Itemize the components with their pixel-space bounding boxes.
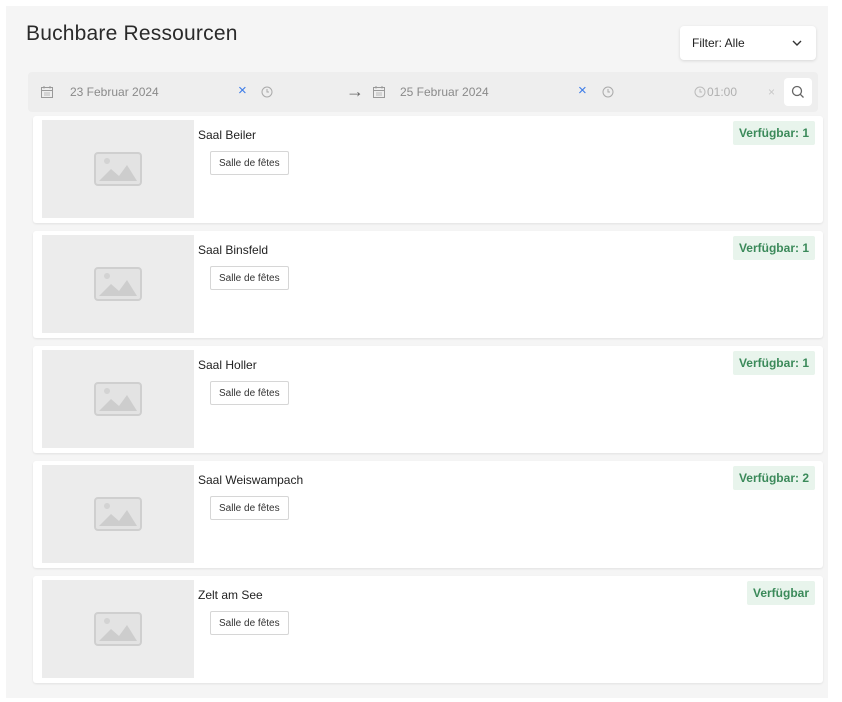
filter-label: Filter: Alle: [692, 36, 745, 50]
resource-card[interactable]: Saal Holler Salle de fêtes Verfügbar: 1: [33, 346, 823, 453]
image-placeholder-icon: [94, 497, 142, 531]
arrow-right-icon: →: [346, 81, 364, 101]
resources-panel: Buchbare Ressourcen Filter: Alle 23 Febr…: [6, 6, 828, 698]
availability-badge: Verfügbar: 1: [732, 351, 815, 375]
image-placeholder-icon: [94, 382, 142, 416]
category-tag: Salle de fêtes: [210, 151, 289, 175]
resource-name: Saal Beiler: [198, 128, 257, 142]
clock-icon: [694, 86, 706, 98]
clear-end-date-icon[interactable]: ×: [578, 82, 587, 99]
end-time-clock-icon[interactable]: [602, 86, 614, 98]
availability-badge: Verfügbar: 1: [732, 236, 815, 260]
duration-value: 01:00: [707, 85, 738, 99]
resource-card[interactable]: Saal Beiler Salle de fêtes Verfügbar: 1: [33, 116, 823, 223]
start-time-clock-icon[interactable]: [261, 86, 273, 98]
availability-badge: Verfügbar: 1: [732, 121, 815, 145]
clear-start-date-icon[interactable]: ×: [238, 82, 247, 99]
end-date-field[interactable]: 25 Februar 2024: [372, 85, 489, 99]
resource-thumbnail: [42, 465, 194, 563]
search-icon: [791, 85, 804, 98]
resource-card[interactable]: Zelt am See Salle de fêtes Verfügbar: [33, 576, 823, 683]
resource-name: Saal Holler: [198, 358, 257, 372]
image-placeholder-icon: [94, 152, 142, 186]
resource-card[interactable]: Saal Binsfeld Salle de fêtes Verfügbar: …: [33, 231, 823, 338]
search-button[interactable]: [784, 78, 812, 106]
calendar-icon: [41, 86, 53, 98]
resource-thumbnail: [42, 350, 194, 448]
availability-badge: Verfügbar: 2: [732, 466, 815, 490]
chevron-down-icon: [792, 40, 802, 46]
category-tag: Salle de fêtes: [210, 611, 289, 635]
end-date-value: 25 Februar 2024: [400, 85, 489, 99]
resource-thumbnail: [42, 580, 194, 678]
availability-badge: Verfügbar: [746, 581, 815, 605]
category-tag: Salle de fêtes: [210, 266, 289, 290]
resource-name: Zelt am See: [198, 588, 263, 602]
clear-duration-icon[interactable]: ×: [768, 85, 775, 99]
page-title: Buchbare Ressourcen: [26, 22, 238, 45]
duration-field[interactable]: 01:00: [694, 85, 737, 99]
resource-name: Saal Binsfeld: [198, 243, 269, 257]
image-placeholder-icon: [94, 612, 142, 646]
start-date-value: 23 Februar 2024: [70, 85, 159, 99]
calendar-icon: [373, 86, 385, 98]
start-date-field[interactable]: 23 Februar 2024: [40, 85, 159, 99]
resource-thumbnail: [42, 235, 194, 333]
resource-thumbnail: [42, 120, 194, 218]
resource-name: Saal Weiswampach: [198, 473, 304, 487]
filter-dropdown[interactable]: Filter: Alle: [680, 26, 816, 60]
date-range-picker: 23 Februar 2024 × → 25 Februar 2024 × 01…: [28, 72, 818, 112]
category-tag: Salle de fêtes: [210, 496, 289, 520]
resource-card[interactable]: Saal Weiswampach Salle de fêtes Verfügba…: [33, 461, 823, 568]
image-placeholder-icon: [94, 267, 142, 301]
category-tag: Salle de fêtes: [210, 381, 289, 405]
